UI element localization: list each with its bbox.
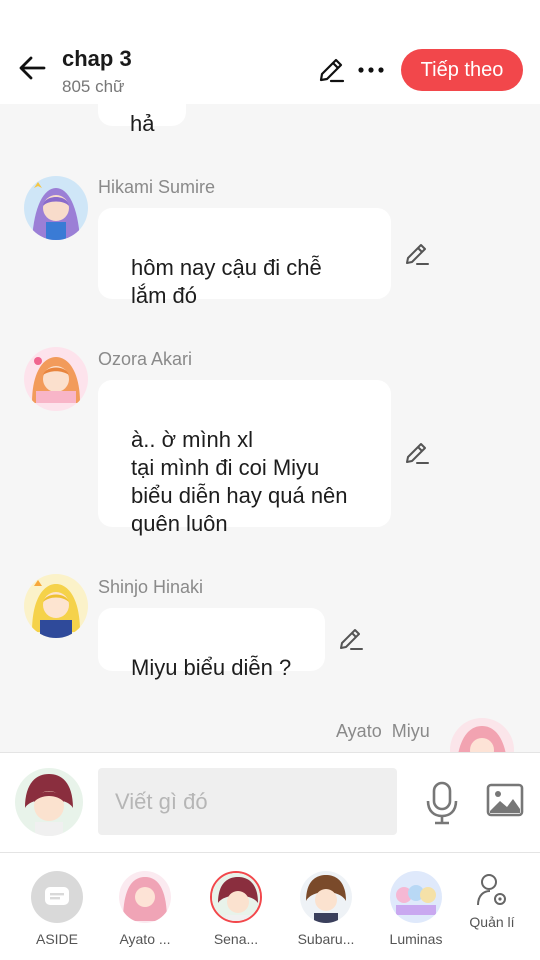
- message-text: à.. ờ mình xl tại mình đi coi Miyu biểu …: [131, 427, 348, 536]
- character-ayato[interactable]: Ayato ...: [105, 871, 185, 947]
- sender-name: Shinjo Hinaki: [98, 577, 204, 597]
- character-avatar: [300, 871, 352, 923]
- character-label: Sena...: [213, 931, 259, 947]
- sender-name: Hikami Sumire: [98, 177, 216, 197]
- edit-message-button[interactable]: [404, 440, 430, 466]
- attach-image-button[interactable]: [486, 783, 526, 819]
- top-bar: chap 3 805 chữ Tiếp theo: [0, 0, 540, 104]
- sender-name: Ozora Akari: [98, 349, 193, 369]
- avatar[interactable]: [24, 574, 88, 638]
- message-bubble[interactable]: à.. ờ mình xl tại mình đi coi Miyu biểu …: [98, 380, 391, 536]
- character-subaru[interactable]: Subaru...: [286, 871, 366, 947]
- message-composer: [0, 752, 540, 852]
- chat-bubble-icon: [45, 887, 69, 905]
- character-avatar: [390, 871, 442, 923]
- character-label: ASIDE: [35, 931, 78, 947]
- character-aside[interactable]: ASIDE: [17, 871, 97, 947]
- character-label: Luminas: [389, 931, 443, 947]
- character-avatar-icon: [24, 574, 88, 638]
- sender-name: Ayato Miyu: [336, 721, 430, 741]
- character-luminas[interactable]: Luminas: [376, 871, 456, 947]
- voice-input-button[interactable]: [422, 781, 462, 825]
- avatar[interactable]: [24, 347, 88, 411]
- character-bar: ASIDE Ayato ... Sena... Subaru... Lumina…: [0, 852, 540, 960]
- character-avatar-icon: [212, 873, 260, 921]
- character-avatar-icon: [24, 176, 88, 240]
- microphone-icon: [426, 781, 458, 825]
- more-dots-icon: [358, 67, 384, 73]
- character-avatar: [210, 871, 262, 923]
- avatar[interactable]: [24, 176, 88, 240]
- character-avatar-icon: [119, 871, 171, 923]
- chat-area[interactable]: hả Hikami Sumire hôm nay cậu đi chễ lắm …: [0, 104, 540, 752]
- pencil-icon: [319, 58, 345, 83]
- message-bubble[interactable]: hôm nay cậu đi chễ lắm đó: [98, 208, 391, 308]
- message-text: hôm nay cậu đi chễ lắm đó: [131, 255, 322, 308]
- character-label: Subaru...: [297, 931, 355, 947]
- message-input[interactable]: [98, 768, 397, 835]
- pencil-icon: [406, 443, 429, 464]
- next-chapter-button[interactable]: Tiếp theo: [401, 49, 523, 91]
- message-bubble[interactable]: hả: [98, 104, 186, 136]
- message-text: hả: [130, 111, 155, 136]
- image-icon: [486, 783, 524, 817]
- group-avatar-icon: [390, 871, 442, 923]
- character-avatar: [119, 871, 171, 923]
- user-gear-icon: [477, 874, 506, 906]
- character-avatar-icon: [24, 347, 88, 411]
- pencil-icon: [406, 244, 429, 265]
- back-button[interactable]: [14, 50, 50, 86]
- chapter-title: chap 3: [62, 46, 132, 71]
- arrow-left-icon: [19, 56, 46, 80]
- aside-avatar: [31, 871, 83, 923]
- character-avatar-icon: [450, 718, 514, 752]
- character-sena[interactable]: Sena...: [196, 871, 276, 947]
- message-bubble[interactable]: Miyu biểu diễn ?: [98, 608, 325, 680]
- edit-message-button[interactable]: [338, 626, 364, 652]
- edit-button[interactable]: [315, 54, 347, 86]
- avatar[interactable]: [450, 718, 514, 752]
- more-options-button[interactable]: [355, 54, 387, 86]
- selected-character-avatar[interactable]: [15, 768, 83, 836]
- message-text: Miyu biểu diễn ?: [131, 655, 292, 680]
- character-label: Quản lí: [469, 914, 515, 930]
- character-label: Ayato ...: [119, 931, 171, 947]
- edit-message-button[interactable]: [404, 241, 430, 267]
- word-count: 805 chữ: [62, 77, 125, 96]
- pencil-icon: [340, 629, 363, 650]
- manage-characters-button[interactable]: Quản lí: [452, 873, 532, 930]
- character-avatar-icon: [15, 768, 83, 836]
- character-avatar-icon: [300, 871, 352, 923]
